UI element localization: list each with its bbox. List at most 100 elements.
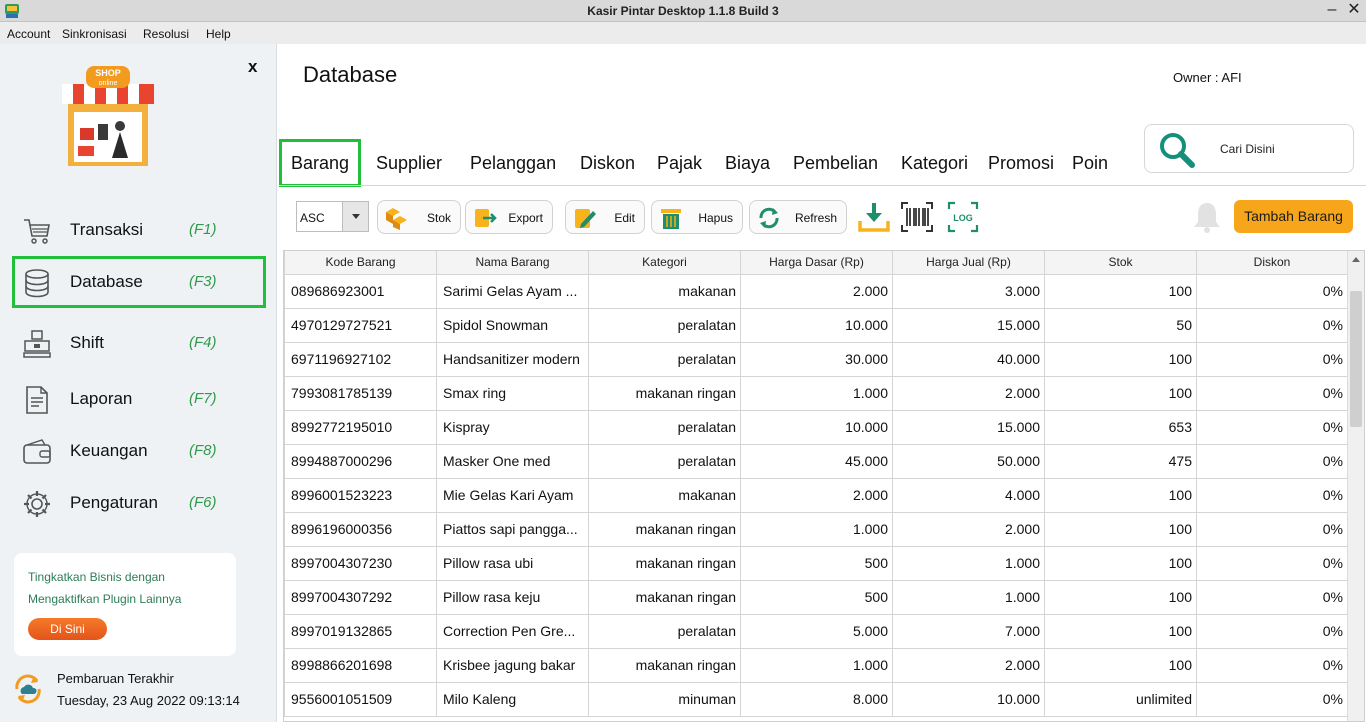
sidebar-item-database[interactable]: Database (F3): [12, 256, 266, 308]
cell-nama: Pillow rasa keju: [436, 579, 589, 615]
cell-harga-dasar: 5.000: [740, 613, 893, 649]
refresh-icon: [759, 207, 779, 229]
tab-kategori[interactable]: Kategori: [901, 139, 968, 187]
sidebar-item-shortcut: (F7): [189, 390, 217, 407]
table-row[interactable]: 8997004307230 Pillow rasa ubi makanan ring…: [284, 545, 1348, 581]
tambah-barang-button[interactable]: Tambah Barang: [1234, 200, 1353, 233]
table-row[interactable]: 8996001523223 Mie Gelas Kari Ayam makanan 2…: [284, 477, 1348, 513]
table-row[interactable]: 089686923001 Sarimi Gelas Ayam ... makanan…: [284, 273, 1348, 309]
cell-harga-dasar: 500: [740, 545, 893, 581]
sidebar-item-pengaturan[interactable]: Pengaturan (F6): [12, 477, 266, 529]
edit-icon: [575, 209, 596, 228]
menu-help[interactable]: Help: [206, 27, 231, 41]
column-header-kode[interactable]: Kode Barang: [284, 251, 437, 275]
edit-button[interactable]: Edit: [565, 200, 645, 234]
cell-nama: Sarimi Gelas Ayam ...: [436, 273, 589, 309]
tab-diskon[interactable]: Diskon: [580, 139, 635, 187]
cell-kode: 8996196000356: [284, 511, 437, 547]
sidebar-item-keuangan[interactable]: Keuangan (F8): [12, 425, 266, 477]
table-row[interactable]: 8997004307292 Pillow rasa keju makanan rin…: [284, 579, 1348, 615]
search-label: Cari Disini: [1220, 142, 1275, 156]
table-header-row: Kode Barang Nama Barang Kategori Harga D…: [284, 251, 1348, 275]
log-icon[interactable]: LOG: [947, 201, 981, 233]
table-row[interactable]: 7993081785139 Smax ring makanan ringan 1.00…: [284, 375, 1348, 411]
sort-order-select[interactable]: ASC: [296, 201, 369, 232]
report-icon: [26, 386, 48, 414]
cell-diskon: 0%: [1196, 341, 1348, 377]
cell-harga-jual: 2.000: [892, 511, 1045, 547]
cell-kode: 8996001523223: [284, 477, 437, 513]
column-header-nama[interactable]: Nama Barang: [436, 251, 589, 275]
title-bar: Kasir Pintar Desktop 1.1.8 Build 3 – ✕: [0, 0, 1366, 22]
tab-pelanggan[interactable]: Pelanggan: [470, 139, 556, 187]
column-header-diskon[interactable]: Diskon: [1196, 251, 1348, 275]
cell-harga-dasar: 1.000: [740, 375, 893, 411]
table-row[interactable]: 9556001051509 Milo Kaleng minuman 8.000 10.0…: [284, 681, 1348, 717]
column-header-harga-jual[interactable]: Harga Jual (Rp): [892, 251, 1045, 275]
table-row[interactable]: 8998866201698 Krisbee jagung bakar makanan…: [284, 647, 1348, 683]
cell-nama: Pillow rasa ubi: [436, 545, 589, 581]
cell-kategori: makanan ringan: [588, 579, 741, 615]
refresh-button[interactable]: Refresh: [749, 200, 847, 234]
log-text: LOG: [953, 213, 973, 223]
scroll-thumb[interactable]: [1350, 291, 1362, 427]
menu-sinkronisasi[interactable]: Sinkronisasi: [62, 27, 127, 41]
sidebar-item-transaksi[interactable]: Transaksi (F1): [12, 204, 266, 256]
table-row[interactable]: 8996196000356 Piattos sapi pangga... makan…: [284, 511, 1348, 547]
tab-poin[interactable]: Poin: [1072, 139, 1108, 187]
menu-resolusi[interactable]: Resolusi: [143, 27, 189, 41]
menu-account[interactable]: Account: [7, 27, 50, 41]
column-header-kategori[interactable]: Kategori: [588, 251, 741, 275]
hapus-button[interactable]: Hapus: [651, 200, 743, 234]
download-icon[interactable]: [857, 201, 891, 233]
cell-harga-dasar: 10.000: [740, 409, 893, 445]
database-icon: [25, 269, 49, 298]
table-row[interactable]: 8992772195010 Kispray peralatan 10.000 15.00…: [284, 409, 1348, 445]
cell-kategori: minuman: [588, 681, 741, 717]
tab-barang[interactable]: Barang: [279, 139, 362, 187]
tab-promosi[interactable]: Promosi: [988, 139, 1054, 187]
column-header-harga-dasar[interactable]: Harga Dasar (Rp): [740, 251, 893, 275]
table-body: 089686923001 Sarimi Gelas Ayam ... makanan…: [284, 273, 1348, 717]
refresh-label: Refresh: [794, 211, 837, 225]
logo-text-shop: SHOP: [95, 68, 121, 78]
cell-nama: Spidol Snowman: [436, 307, 589, 343]
tab-divider: [279, 185, 1366, 186]
sidebar-item-laporan[interactable]: Laporan (F7): [12, 373, 266, 425]
close-window-button[interactable]: ✕: [1344, 1, 1364, 21]
stok-button[interactable]: Stok: [377, 200, 461, 234]
scroll-up-icon[interactable]: [1352, 257, 1360, 262]
cell-stok: 100: [1044, 545, 1197, 581]
promo-button[interactable]: Di Sini: [28, 618, 107, 640]
sidebar-item-label: Shift: [70, 333, 105, 352]
table-row[interactable]: 8997019132865 Correction Pen Gre... perala…: [284, 613, 1348, 649]
minimize-button[interactable]: –: [1322, 1, 1342, 21]
cell-kategori: peralatan: [588, 613, 741, 649]
table-row[interactable]: 4970129727521 Spidol Snowman peralatan 10.0…: [284, 307, 1348, 343]
sidebar-item-shortcut: (F3): [189, 273, 217, 290]
tab-pajak[interactable]: Pajak: [657, 139, 702, 187]
cell-stok: 50: [1044, 307, 1197, 343]
sidebar-item-shift[interactable]: Shift (F4): [12, 317, 266, 369]
tab-pembelian[interactable]: Pembelian: [793, 139, 878, 187]
sidebar-close-button[interactable]: x: [248, 57, 257, 77]
search-button[interactable]: Cari Disini: [1144, 124, 1354, 173]
cell-harga-jual: 40.000: [892, 341, 1045, 377]
cell-kategori: makanan ringan: [588, 375, 741, 411]
table-scrollbar[interactable]: [1347, 251, 1364, 721]
bell-icon[interactable]: [1190, 200, 1224, 234]
barcode-icon[interactable]: [900, 201, 934, 233]
promo-line-1: Tingkatkan Bisnis dengan: [28, 570, 165, 584]
export-button[interactable]: Export: [465, 200, 553, 234]
owner-label: Owner : AFI: [1173, 70, 1242, 85]
column-header-stok[interactable]: Stok: [1044, 251, 1197, 275]
cell-diskon: 0%: [1196, 579, 1348, 615]
sidebar-item-label: Transaksi: [70, 220, 144, 239]
cell-nama: Masker One med: [436, 443, 589, 479]
table-row[interactable]: 8994887000296 Masker One med peralatan 45.0…: [284, 443, 1348, 479]
sidebar-item-shortcut: (F8): [189, 442, 217, 459]
tab-biaya[interactable]: Biaya: [725, 139, 770, 187]
tab-supplier[interactable]: Supplier: [376, 139, 442, 187]
table-row[interactable]: 6971196927102 Handsanitizer modern peralat…: [284, 341, 1348, 377]
cell-diskon: 0%: [1196, 443, 1348, 479]
